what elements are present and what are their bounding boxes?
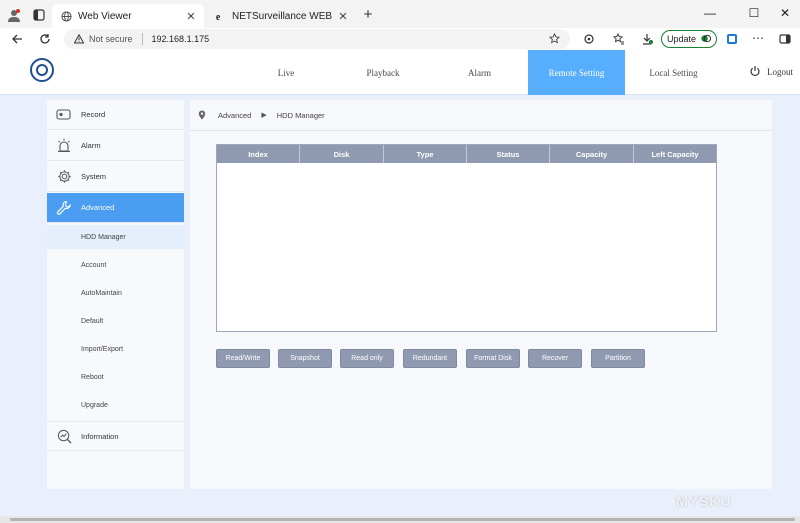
browser-tab-strip: Web Viewer ✕ e NETSurveillance WEB ✕ + —… [0,0,800,28]
close-tab-icon[interactable]: ✕ [336,10,350,23]
sidebar-item-alarm[interactable]: Alarm [47,131,184,161]
hdd-manager-panel: Advanced ▶ HDD Manager Index Disk Type S… [190,100,772,489]
recover-button[interactable]: Recover [528,349,582,368]
redundant-button[interactable]: Redundant [403,349,457,368]
sidebar-item-information[interactable]: Information [47,421,184,451]
settings-sidebar: Record Alarm System Advanced HDD Manager… [47,100,184,489]
alarm-icon [47,138,81,153]
ie-icon: e [214,10,226,22]
sidebar-subitem-automaintain[interactable]: AutoMaintain [47,281,184,305]
sidebar-item-advanced[interactable]: Advanced [47,193,184,223]
warning-icon[interactable] [74,34,84,44]
globe-icon [60,10,72,22]
tab-netsurveillance[interactable]: e NETSurveillance WEB ✕ [206,4,356,28]
tab-actions-icon[interactable] [31,7,47,23]
information-icon [47,429,81,444]
url-bar[interactable]: Not secure 192.168.1.175 [64,29,570,49]
sidebar-item-record[interactable]: Record [47,100,184,130]
read-only-button[interactable]: Read only [340,349,394,368]
nav-local-setting[interactable]: Local Setting [625,50,722,95]
table-body [217,163,716,331]
partition-button[interactable]: Partition [591,349,645,368]
edge-extension-icon[interactable] [725,32,739,46]
sidebar-subitem-upgrade[interactable]: Upgrade [47,393,184,417]
horizontal-scrollbar[interactable] [0,516,800,523]
breadcrumb-current: HDD Manager [276,110,325,120]
breadcrumb: Advanced ▶ HDD Manager [190,100,772,131]
tab-title: NETSurveillance WEB [232,10,333,22]
more-menu-icon[interactable]: ⋯ [751,30,765,46]
column-capacity: Capacity [550,145,634,163]
reload-icon[interactable] [38,32,52,46]
favorites-icon[interactable] [612,32,626,46]
chevron-right-icon: ▶ [261,112,267,119]
column-status: Status [467,145,550,163]
profile-icon[interactable] [6,7,22,23]
top-navigation: Live Playback Alarm Remote Setting Local… [0,50,800,95]
address-toolbar: Not secure 192.168.1.175 Update ⋯ [0,28,800,50]
power-icon [749,65,761,79]
logout-label: Logout [767,67,793,77]
sidebar-item-label: Information [81,431,119,441]
nav-live[interactable]: Live [237,50,335,95]
snapshot-button[interactable]: Snapshot [278,349,332,368]
nav-alarm[interactable]: Alarm [431,50,528,95]
minimize-button[interactable]: — [702,6,718,20]
table-header: Index Disk Type Status Capacity Left Cap… [217,145,716,163]
scrollbar-thumb[interactable] [10,518,795,521]
sidebar-item-label: Advanced [81,203,115,212]
tab-web-viewer[interactable]: Web Viewer ✕ [52,4,204,28]
watermark: MYSKU [676,493,732,509]
read-write-button[interactable]: Read/Write [216,349,270,368]
back-arrow-icon[interactable] [10,32,24,46]
tab-title: Web Viewer [78,10,132,22]
sidebar-subitem-import-export[interactable]: Import/Export [47,337,184,361]
column-type: Type [384,145,467,163]
security-status[interactable]: Not secure [89,34,133,44]
sidebar-item-label: Record [81,110,106,119]
hdd-table: Index Disk Type Status Capacity Left Cap… [216,144,717,332]
sidebar-toggle-icon[interactable] [778,32,792,46]
logo-icon [30,58,54,82]
refresh-sync-icon[interactable] [582,32,596,46]
sidebar-subitem-reboot[interactable]: Reboot [47,365,184,389]
sidebar-subitem-default[interactable]: Default [47,309,184,333]
gear-icon [47,169,81,184]
svg-text:e: e [215,12,220,22]
sidebar-item-label: Alarm [81,141,101,150]
nav-remote-setting[interactable]: Remote Setting [528,50,625,95]
update-button[interactable]: Update [661,30,717,48]
wrench-icon [47,200,81,216]
update-label: Update [666,34,697,44]
nav-playback[interactable]: Playback [335,50,431,95]
column-index: Index [217,145,300,163]
sidebar-item-label: System [81,172,107,181]
web-viewer-app: Live Playback Alarm Remote Setting Local… [0,50,800,516]
breadcrumb-parent[interactable]: Advanced [218,111,251,120]
favorite-star-icon[interactable] [548,32,561,46]
close-window-button[interactable]: ✕ [777,6,793,20]
logout-button[interactable]: Logout [749,65,793,79]
url-text[interactable]: 192.168.1.175 [152,34,210,44]
column-left-capacity: Left Capacity [651,149,699,159]
sidebar-subitem-hdd-manager[interactable]: HDD Manager [47,225,184,249]
sidebar-item-system[interactable]: System [47,162,184,192]
maximize-button[interactable]: ☐ [746,6,762,20]
column-disk: Disk [300,145,384,163]
location-pin-icon [198,110,206,120]
downloads-icon[interactable] [640,32,654,46]
new-tab-button[interactable]: + [360,5,376,23]
record-icon [47,108,81,121]
update-status-icon [700,33,712,46]
format-disk-button[interactable]: Format Disk [466,349,520,368]
url-separator [141,33,143,45]
sidebar-subitem-account[interactable]: Account [47,253,184,277]
close-tab-icon[interactable]: ✕ [184,10,198,23]
